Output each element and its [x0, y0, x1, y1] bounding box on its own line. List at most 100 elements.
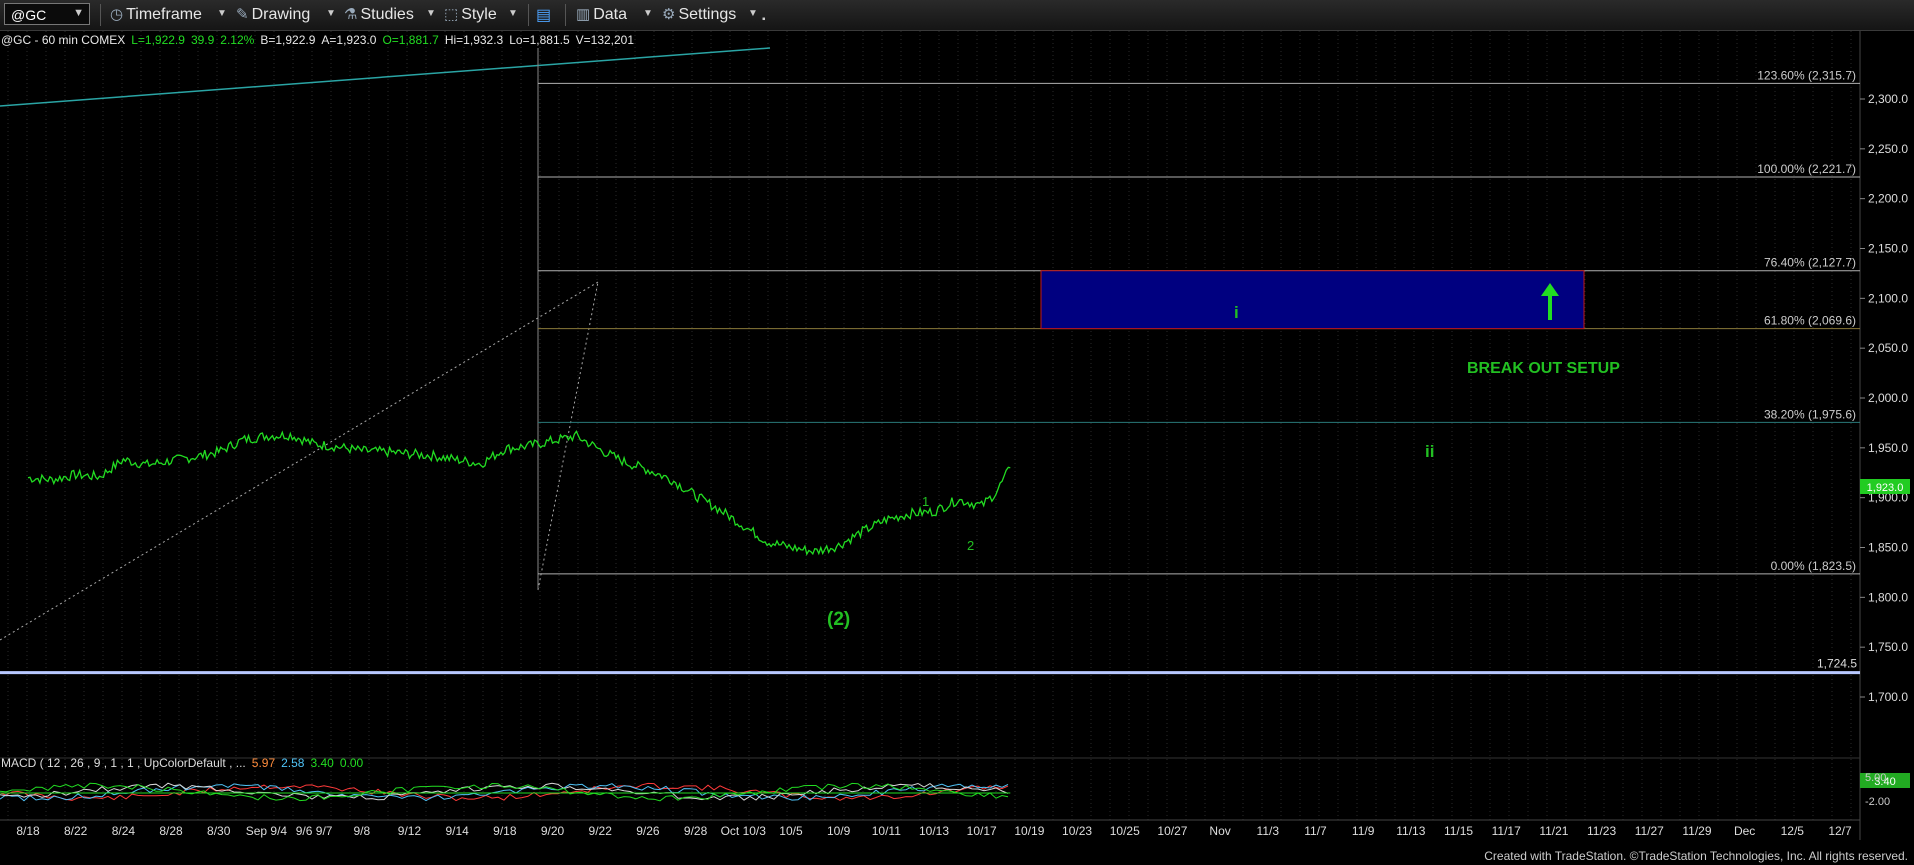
- time-tick-label: 11/17: [1492, 824, 1521, 838]
- quote-header: @GC - 60 min COMEX L=1,922.9 39.9 2.12% B=1,…: [1, 33, 634, 47]
- wave-label-1: 1: [922, 494, 929, 509]
- time-tick-label: 10/11: [872, 824, 901, 838]
- time-tick-label: Dec: [1734, 824, 1755, 838]
- toolbar-divider: [528, 4, 529, 26]
- time-tick-label: 9/26: [636, 824, 660, 838]
- time-tick-label: 9/18: [493, 824, 517, 838]
- price-tick-label: 2,250.0: [1868, 142, 1908, 156]
- drawing-menu[interactable]: ✎ Drawing: [236, 5, 310, 24]
- macd-value-1: 5.97: [252, 756, 276, 770]
- time-tick-label: 12/7: [1828, 824, 1852, 838]
- chevron-down-icon[interactable]: ▼: [426, 8, 436, 19]
- time-tick-label: 10/9: [827, 824, 851, 838]
- last-value: 1,922.9: [145, 33, 185, 47]
- time-tick-label: 8/18: [16, 824, 40, 838]
- fib-level-label: 0.00% (1,823.5): [1771, 559, 1856, 573]
- wave-label-ii: ii: [1425, 442, 1434, 461]
- timeframe-menu[interactable]: ◷ Timeframe: [110, 5, 202, 24]
- time-tick-label: 9/28: [684, 824, 708, 838]
- time-tick-label: 9/6 9/7: [296, 824, 333, 838]
- wave-label-i: i: [1234, 303, 1239, 322]
- fib-level-label: 38.20% (1,975.6): [1764, 407, 1856, 421]
- data-label: Data: [593, 6, 627, 23]
- open-value: O=1,881.7: [382, 33, 439, 47]
- time-tick-label: 8/30: [207, 824, 231, 838]
- volume-value: V=132,201: [576, 33, 635, 47]
- chevron-down-icon[interactable]: ▼: [326, 8, 336, 19]
- time-tick-label: 11/7: [1304, 824, 1327, 838]
- overflow-menu-icon[interactable]: ▪: [762, 14, 766, 25]
- time-tick-label: 9/14: [445, 824, 469, 838]
- chevron-down-icon[interactable]: ▼: [643, 8, 653, 19]
- change-pct: 2.12%: [220, 33, 254, 47]
- time-axis-ticks: 8/18 8/22 8/24 8/28 8/30 Sep 9/4 9/6 9/7 9/8 9/1…: [16, 824, 1852, 838]
- time-tick-label: 10/27: [1157, 824, 1187, 838]
- toolbar-divider: [100, 4, 101, 26]
- fib-level-label: 76.40% (2,127.7): [1764, 256, 1856, 270]
- toolbar-divider: [565, 4, 566, 26]
- symbol-value: @GC: [11, 7, 47, 23]
- time-tick-label: 11/29: [1682, 824, 1711, 838]
- layout-button[interactable]: ▤: [536, 5, 551, 25]
- fib-level-label: 100.00% (2,221.7): [1757, 162, 1856, 176]
- gear-icon: ⚙: [662, 6, 676, 23]
- last-label: L=: [131, 33, 145, 47]
- time-tick-label: 11/23: [1587, 824, 1616, 838]
- layout-icon: ▤: [536, 7, 552, 24]
- low-value: Lo=1,881.5: [509, 33, 570, 47]
- macd-value-3: 3.40: [310, 756, 334, 770]
- symbol-line: @GC - 60 min COMEX: [1, 33, 125, 47]
- time-tick-label: 11/15: [1444, 824, 1473, 838]
- wave-label-2: 2: [967, 538, 974, 553]
- trendline: [0, 47, 771, 107]
- ask-value: A=1,923.0: [321, 33, 376, 47]
- macd-value-2: 2.58: [281, 756, 305, 770]
- chevron-down-icon[interactable]: ▼: [748, 8, 758, 19]
- chevron-down-icon[interactable]: ▼: [508, 8, 518, 19]
- flask-icon: ⚗: [344, 6, 358, 23]
- time-tick-label: 9/8: [353, 824, 370, 838]
- time-tick-label: 8/28: [159, 824, 183, 838]
- toolbar: @GC ▼ ◷ Timeframe ▼ ✎ Drawing ▼ ⚗ Studies ▼…: [0, 0, 1914, 31]
- pencil-icon: ✎: [236, 6, 249, 23]
- style-menu[interactable]: ⬚ Style: [444, 5, 497, 24]
- price-chart[interactable]: 123.60% (2,315.7) 100.00% (2,221.7) 76.40%…: [0, 31, 1914, 844]
- time-tick-label: 11/9: [1352, 824, 1375, 838]
- fib-level-label: 61.80% (2,069.6): [1764, 314, 1856, 328]
- price-tick-label: 1,700.0: [1868, 690, 1908, 704]
- chevron-down-icon: ▼: [73, 7, 84, 19]
- price-axis-ticks: 2,300.0 2,250.0 2,200.0 2,150.0 2,100.0 2,050…: [1860, 92, 1908, 704]
- macd-lines: [0, 782, 1011, 802]
- time-tick-label: 9/20: [541, 824, 565, 838]
- price-tick-label: 1,750.0: [1868, 640, 1908, 654]
- chevron-down-icon[interactable]: ▼: [217, 8, 227, 19]
- time-tick-label: 10/25: [1110, 824, 1140, 838]
- time-tick-label: 9/22: [589, 824, 613, 838]
- time-tick-label: 10/19: [1014, 824, 1044, 838]
- time-tick-label: 10/13: [919, 824, 949, 838]
- trendline-dashed: [0, 281, 599, 641]
- macd-axis-label-top: 5.00: [1865, 772, 1886, 784]
- data-menu[interactable]: ▥ Data: [576, 5, 627, 24]
- timeframe-label: Timeframe: [126, 6, 202, 23]
- fib-level-label: 123.60% (2,315.7): [1757, 68, 1856, 82]
- time-tick-label: Sep 9/4: [246, 824, 288, 838]
- symbol-selector[interactable]: @GC ▼: [4, 3, 90, 25]
- price-tick-label: 2,100.0: [1868, 291, 1908, 305]
- style-icon: ⬚: [444, 6, 459, 23]
- style-label: Style: [461, 6, 497, 23]
- change-value: 39.9: [191, 33, 215, 47]
- time-tick-label: Oct 10/3: [721, 824, 767, 838]
- time-tick-label: 10/5: [779, 824, 803, 838]
- price-tick-label: 2,200.0: [1868, 192, 1908, 206]
- time-tick-label: 8/24: [112, 824, 136, 838]
- studies-menu[interactable]: ⚗ Studies: [344, 5, 414, 24]
- time-tick-label: 12/5: [1781, 824, 1805, 838]
- settings-menu[interactable]: ⚙ Settings: [662, 5, 736, 24]
- price-tick-label: 1,800.0: [1868, 590, 1908, 604]
- price-tick-label: 1,950.0: [1868, 441, 1908, 455]
- time-tick-label: 8/22: [64, 824, 88, 838]
- time-tick-label: 11/3: [1257, 824, 1280, 838]
- time-tick-label: 9/12: [398, 824, 422, 838]
- studies-label: Studies: [360, 6, 414, 23]
